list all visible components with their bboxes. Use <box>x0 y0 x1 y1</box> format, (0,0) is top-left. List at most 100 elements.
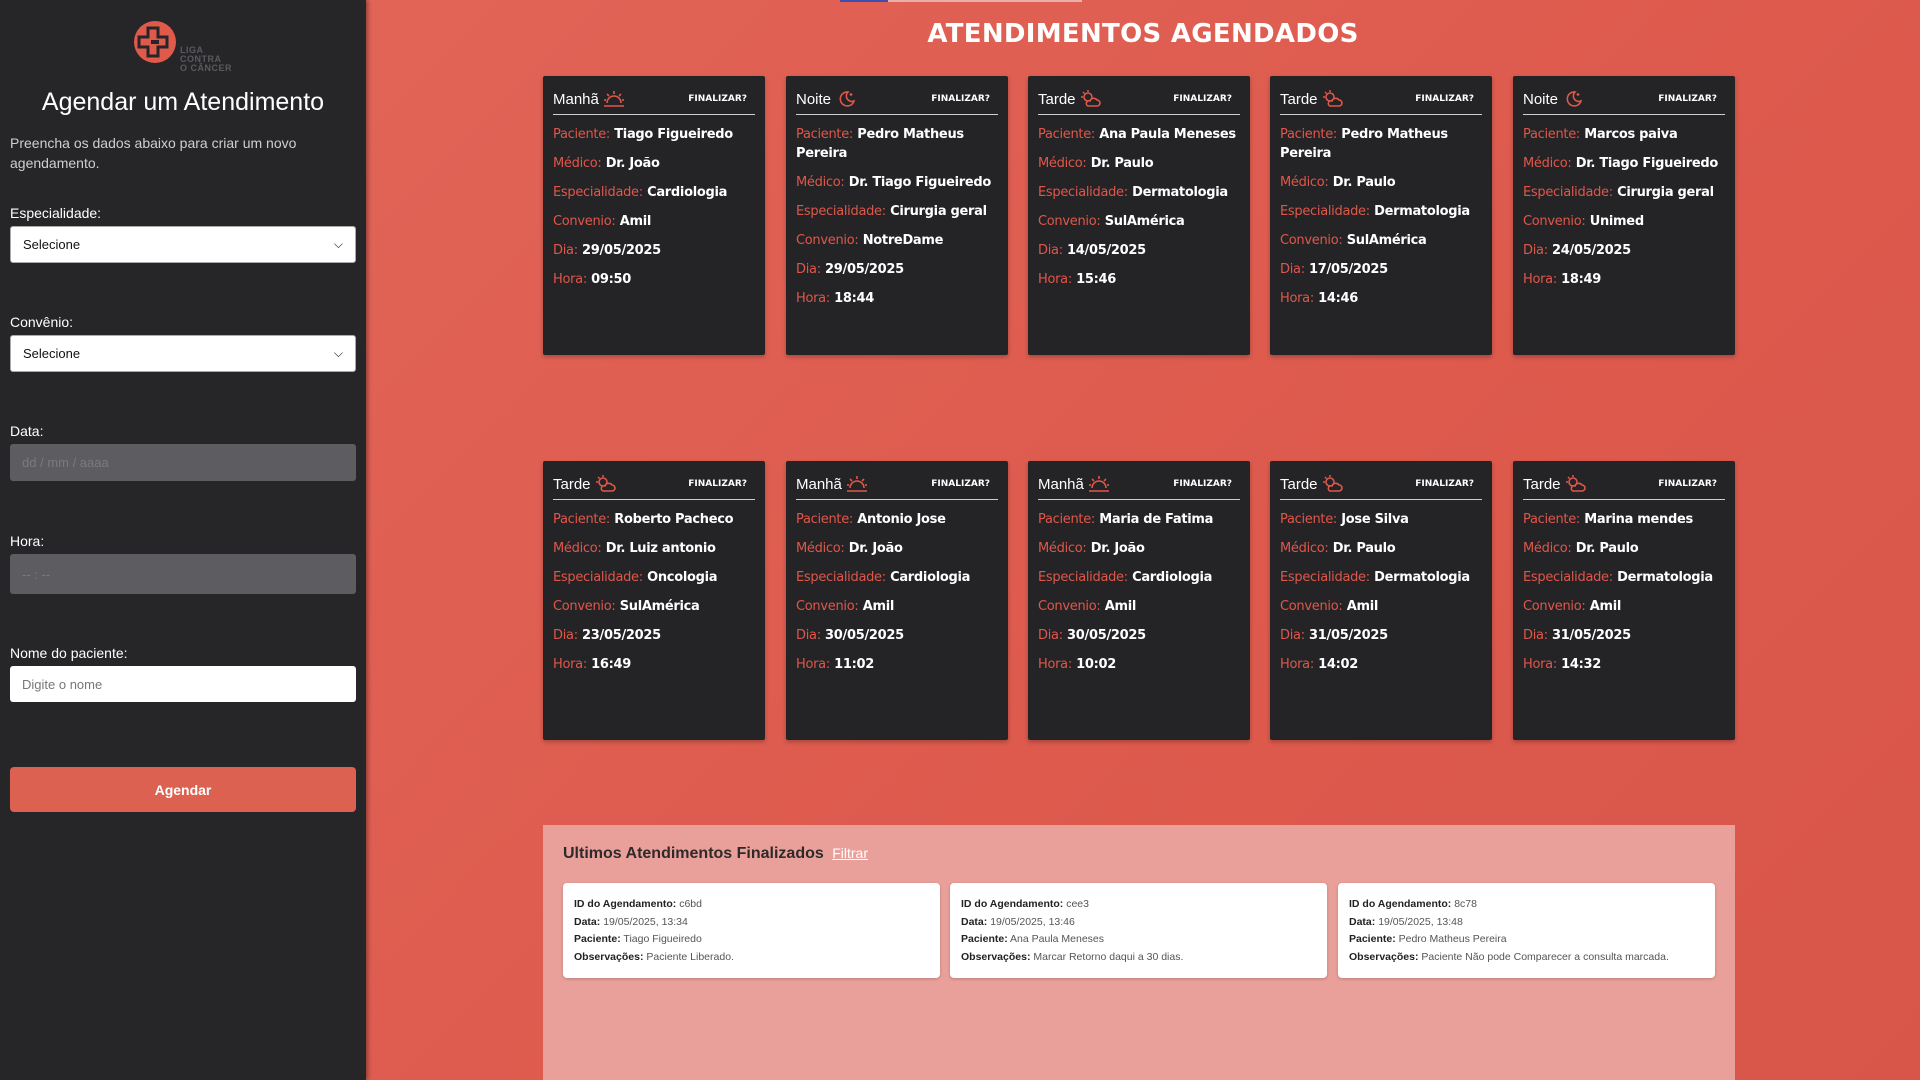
insurance-label: Convenio: <box>553 214 616 229</box>
specialty-label: Especialidade: <box>796 204 886 219</box>
appointment-card-header: Tarde FINALIZAR? <box>1038 86 1240 115</box>
period-label: Tarde <box>1280 90 1318 108</box>
moon-icon <box>836 90 856 108</box>
sun-cloud-icon <box>1080 90 1101 108</box>
insurance-label: Convênio: <box>10 314 74 330</box>
doctor-row: Médico: Dr. Paulo <box>1523 539 1725 558</box>
specialty-label: Especialidade: <box>1038 185 1128 200</box>
finalize-button[interactable]: FINALIZAR? <box>1415 479 1474 489</box>
appointment-card-header: Tarde FINALIZAR? <box>1280 86 1482 115</box>
time-input-placeholder: -- : -- <box>22 566 51 582</box>
appointment-card: Manhã FINALIZAR? Paciente: Maria de Fatima… <box>1028 461 1250 740</box>
finalize-button[interactable]: FINALIZAR? <box>1658 94 1717 104</box>
hour-row: Hora: 09:50 <box>553 270 755 289</box>
day-row: Dia: 31/05/2025 <box>1523 626 1725 645</box>
doctor-row: Médico: Dr. Paulo <box>1038 154 1240 173</box>
insurance-label: Convenio: <box>1280 233 1343 248</box>
day-row: Dia: 30/05/2025 <box>796 626 998 645</box>
finalize-button[interactable]: FINALIZAR? <box>1658 479 1717 489</box>
finished-patient-row: Paciente: Ana Paula Meneses <box>961 931 1316 949</box>
insurance-label: Convenio: <box>1523 599 1586 614</box>
finalize-button[interactable]: FINALIZAR? <box>931 94 990 104</box>
hour-row: Hora: 15:46 <box>1038 270 1240 289</box>
insurance-value: NotreDame <box>862 233 944 248</box>
patient-label: Paciente: <box>796 127 853 142</box>
filter-link[interactable]: Filtrar <box>832 845 868 861</box>
finalize-button[interactable]: FINALIZAR? <box>931 479 990 489</box>
day-row: Dia: 17/05/2025 <box>1280 260 1482 279</box>
finalize-button[interactable]: FINALIZAR? <box>1173 479 1232 489</box>
sidebar-description: Preencha os dados abaixo para criar um n… <box>10 135 297 171</box>
period-label: Tarde <box>1038 90 1076 108</box>
period-label: Manhã <box>1038 475 1084 493</box>
schedule-button[interactable]: Agendar <box>10 767 356 812</box>
day-value: 29/05/2025 <box>825 262 904 277</box>
period-label: Noite <box>796 90 832 108</box>
doctor-value: Dr. Tiago Figueiredo <box>848 175 992 190</box>
period-label: Tarde <box>553 475 591 493</box>
appointment-card-header: Tarde FINALIZAR? <box>1523 471 1725 500</box>
specialty-label: Especialidade: <box>553 570 643 585</box>
finished-notes-label: Observações: <box>574 950 644 963</box>
insurance-label: Convenio: <box>1038 599 1101 614</box>
insurance-value: Amil <box>1346 599 1379 614</box>
finished-notes-label: Observações: <box>1349 950 1419 963</box>
specialty-select[interactable]: Selecione ⌵ <box>10 226 356 263</box>
specialty-value: Cardiologia <box>1132 570 1213 585</box>
appointment-card-header: Noite FINALIZAR? <box>796 86 998 115</box>
appointment-card-header: Manhã FINALIZAR? <box>796 471 998 500</box>
insurance-label: Convenio: <box>1523 214 1586 229</box>
period: Tarde <box>1038 90 1101 108</box>
insurance-select-value: Selecione <box>23 346 81 361</box>
specialty-value: Dermatologia <box>1374 204 1470 219</box>
insurance-select[interactable]: Selecione ⌵ <box>10 335 356 372</box>
doctor-value: Dr. Paulo <box>1090 156 1154 171</box>
hour-row: Hora: 18:49 <box>1523 270 1725 289</box>
patient-label: Paciente: <box>1038 512 1095 527</box>
time-input[interactable]: -- : -- <box>10 554 356 594</box>
appointment-card: Tarde FINALIZAR? Paciente: Roberto Pacheco… <box>543 461 765 740</box>
day-value: 14/05/2025 <box>1067 243 1146 258</box>
finished-title-text: Ultimos Atendimentos Finalizados <box>563 845 824 862</box>
finished-patient-row: Paciente: Pedro Matheus Pereira <box>1349 931 1704 949</box>
day-row: Dia: 29/05/2025 <box>796 260 998 279</box>
doctor-value: Dr. Paulo <box>1332 541 1396 556</box>
sun-cloud-icon <box>1322 90 1343 108</box>
finalize-button[interactable]: FINALIZAR? <box>688 479 747 489</box>
doctor-row: Médico: Dr. João <box>796 539 998 558</box>
day-label: Dia: <box>1523 628 1548 643</box>
hour-value: 11:02 <box>834 657 875 672</box>
specialty-value: Dermatologia <box>1617 570 1713 585</box>
insurance-row: Convenio: NotreDame <box>796 231 998 250</box>
finalize-button[interactable]: FINALIZAR? <box>1173 94 1232 104</box>
finished-patient-value: Tiago Figueiredo <box>623 933 702 945</box>
appointment-card: Tarde FINALIZAR? Paciente: Jose Silva Médic… <box>1270 461 1492 740</box>
patient-name-input[interactable]: Digite o nome <box>10 666 356 702</box>
hour-label: Hora: <box>1280 657 1314 672</box>
patient-label: Paciente: <box>1038 127 1095 142</box>
insurance-row: Convenio: Unimed <box>1523 212 1725 231</box>
finished-id-row: ID do Agendamento: c6bd <box>574 896 929 914</box>
patient-label: Paciente: <box>553 127 610 142</box>
finished-notes-row: Observações: Paciente Não pode Comparece… <box>1349 949 1704 967</box>
day-value: 30/05/2025 <box>825 628 904 643</box>
appointment-details: Paciente: Maria de Fatima Médico: Dr. Joã… <box>1038 510 1240 674</box>
finished-id-value: 8c78 <box>1454 898 1477 910</box>
insurance-label: Convenio: <box>796 233 859 248</box>
date-input-placeholder: dd / mm / aaaa <box>22 455 109 470</box>
specialty-label: Especialidade: <box>1523 185 1613 200</box>
finished-notes-row: Observações: Marcar Retorno daqui a 30 d… <box>961 949 1316 967</box>
specialty-label: Especialidade: <box>1038 570 1128 585</box>
day-label: Dia: <box>553 243 578 258</box>
finalize-button[interactable]: FINALIZAR? <box>1415 94 1474 104</box>
date-input[interactable]: dd / mm / aaaa <box>10 444 356 481</box>
patient-label: Paciente: <box>553 512 610 527</box>
appointment-card: Noite FINALIZAR? Paciente: Pedro Matheus P… <box>786 76 1008 355</box>
finalize-button[interactable]: FINALIZAR? <box>688 94 747 104</box>
specialty-row: Especialidade: Cirurgia geral <box>1523 183 1725 202</box>
finished-notes-value: Marcar Retorno daqui a 30 dias. <box>1033 950 1184 963</box>
finished-id-label: ID do Agendamento: <box>1349 898 1452 910</box>
insurance-value: SulAmérica <box>1346 233 1427 248</box>
finished-notes-label: Observações: <box>961 950 1031 963</box>
hour-label: Hora: <box>1038 272 1072 287</box>
